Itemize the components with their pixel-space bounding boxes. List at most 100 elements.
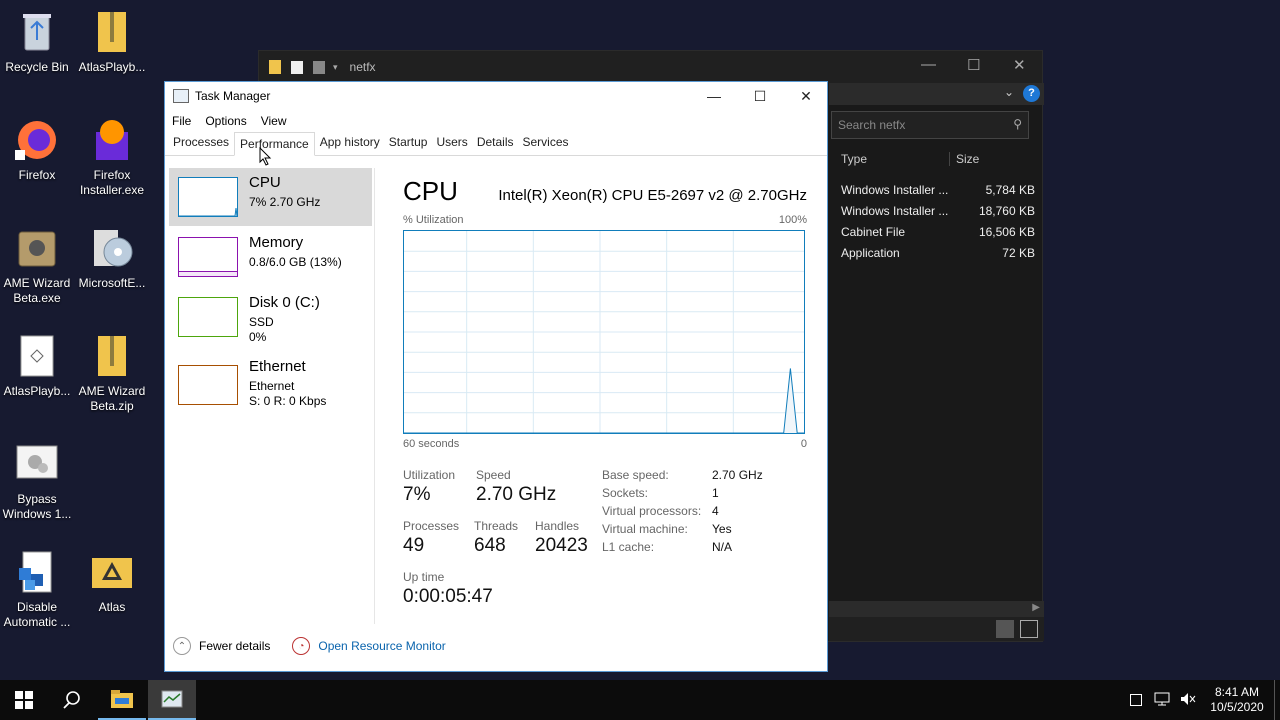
maximize-button[interactable]: ☐: [967, 56, 980, 74]
desktop-icon-label: Firefox Installer.exe: [79, 168, 145, 197]
desktop-icon-atlasplaybook-file[interactable]: AtlasPlayb...: [0, 334, 74, 399]
menu-file[interactable]: File: [172, 114, 191, 128]
search-icon: [63, 691, 80, 709]
file-icon: [15, 334, 59, 378]
search-input[interactable]: Search netfx ⚲: [831, 111, 1029, 139]
resource-item-ethernet[interactable]: Ethernet Ethernet S: 0 R: 0 Kbps: [169, 352, 372, 410]
resource-detail: SSD: [249, 315, 274, 329]
desktop-icon-bypass-windows[interactable]: Bypass Windows 1...: [0, 442, 74, 522]
minimize-button[interactable]: —: [921, 56, 936, 73]
processes-value: 49: [403, 535, 425, 556]
desktop-icon-label: AME Wizard Beta.zip: [78, 384, 146, 413]
task-manager-window: Task Manager — ☐ ✕ File Options View Pro…: [164, 81, 828, 672]
cpu-thumbnail-graph: [178, 177, 238, 217]
column-header-type[interactable]: Type: [831, 152, 949, 166]
taskbar-file-explorer[interactable]: [98, 680, 146, 720]
detail-key: Sockets:: [602, 486, 649, 500]
resource-item-cpu[interactable]: CPU 7% 2.70 GHz: [169, 168, 372, 226]
menu-options[interactable]: Options: [205, 114, 246, 128]
recycle-bin-icon: [15, 10, 59, 54]
desktop-icon-firefox[interactable]: Firefox: [0, 118, 74, 183]
speed-value: 2.70 GHz: [476, 484, 557, 505]
horizontal-scrollbar[interactable]: ▶: [829, 601, 1044, 617]
search-placeholder: Search netfx: [838, 118, 906, 132]
new-folder-icon[interactable]: [313, 60, 325, 74]
open-resource-monitor-link[interactable]: Open Resource Monitor: [318, 639, 445, 653]
installer-box-icon: [15, 226, 59, 270]
volume-muted-icon[interactable]: [1180, 692, 1196, 709]
tab-processes[interactable]: Processes: [169, 133, 233, 155]
detail-key: Virtual machine:: [602, 522, 688, 536]
file-type: Windows Installer ...: [841, 182, 949, 197]
zero-label: 0: [800, 438, 807, 450]
atlas-folder-icon: [90, 550, 134, 594]
taskbar-task-manager[interactable]: [148, 680, 196, 720]
desktop-icon-label: MicrosoftE...: [78, 276, 146, 290]
desktop-icon-microsoftedge[interactable]: MicrosoftE...: [75, 226, 149, 291]
tab-performance[interactable]: Performance: [234, 132, 315, 156]
maximize-button[interactable]: ☐: [737, 82, 783, 110]
close-button[interactable]: ✕: [1013, 56, 1026, 74]
desktop-icon-label: Recycle Bin: [5, 60, 69, 74]
tab-details[interactable]: Details: [473, 133, 518, 155]
start-button[interactable]: [0, 680, 48, 720]
chevron-up-icon[interactable]: ⌃: [173, 637, 191, 655]
desktop-icon-ame-wizard-zip[interactable]: AME Wizard Beta.zip: [75, 334, 149, 414]
detail-value: Yes: [712, 522, 732, 536]
tab-services[interactable]: Services: [519, 133, 573, 155]
file-row[interactable]: Application 72 KB: [831, 242, 1041, 263]
resource-detail: 0%: [249, 330, 267, 344]
column-header-size[interactable]: Size: [949, 152, 1035, 166]
resource-item-disk[interactable]: Disk 0 (C:) SSD 0%: [169, 288, 372, 346]
help-icon[interactable]: ?: [1023, 85, 1040, 102]
resource-item-memory[interactable]: Memory 0.8/6.0 GB (13%): [169, 228, 372, 286]
file-type: Application: [841, 245, 900, 260]
utilization-value: 7%: [403, 484, 431, 505]
desktop-icon-disable-automatic[interactable]: Disable Automatic ...: [0, 550, 74, 630]
resource-monitor-icon: ◔: [292, 637, 311, 655]
desktop-icon-atlas[interactable]: Atlas: [75, 550, 149, 615]
system-tray: 8:41 AM 10/5/2020: [1130, 680, 1280, 720]
qat-dropdown-icon[interactable]: ▾: [333, 62, 338, 73]
desktop-icon-recycle-bin[interactable]: Recycle Bin: [0, 10, 74, 75]
explorer-statusbar: [829, 617, 1044, 641]
utilization-label: Utilization: [403, 468, 456, 482]
clock[interactable]: 8:41 AM 10/5/2020: [1204, 685, 1270, 715]
properties-icon[interactable]: [291, 60, 303, 74]
file-row[interactable]: Windows Installer ... 18,760 KB: [831, 200, 1041, 221]
large-icons-view-icon[interactable]: [1020, 620, 1038, 638]
network-icon[interactable]: [1154, 692, 1170, 709]
close-button[interactable]: ✕: [783, 82, 829, 110]
menu-view[interactable]: View: [261, 114, 287, 128]
chevron-down-icon[interactable]: ⌄: [1004, 85, 1014, 99]
processes-label: Processes: [403, 519, 460, 533]
desktop-icon-ame-wizard-exe[interactable]: AME Wizard Beta.exe: [0, 226, 74, 306]
details-view-icon[interactable]: [996, 620, 1014, 638]
search-button[interactable]: [48, 680, 96, 720]
task-manager-footer: ⌃ Fewer details ◔ Open Resource Monitor: [165, 621, 827, 671]
file-row[interactable]: Windows Installer ... 5,784 KB: [831, 179, 1041, 200]
cpu-history-area: [404, 368, 804, 433]
handles-label: Handles: [535, 519, 580, 533]
speed-label: Speed: [476, 468, 511, 482]
file-row[interactable]: Cabinet File 16,506 KB: [831, 221, 1041, 242]
resource-detail: 0.8/6.0 GB (13%): [249, 255, 342, 269]
memory-thumbnail-graph: [178, 237, 238, 277]
scroll-right-icon[interactable]: ▶: [1032, 602, 1040, 613]
tab-users[interactable]: Users: [432, 133, 471, 155]
desktop-icon-firefox-installer[interactable]: Firefox Installer.exe: [75, 118, 149, 198]
search-icon: ⚲: [1013, 117, 1022, 131]
action-center-icon[interactable]: [1130, 694, 1142, 706]
resource-detail: 7% 2.70 GHz: [249, 195, 321, 209]
firefox-installer-icon: [90, 118, 134, 162]
desktop-icon-atlasplaybook-folder[interactable]: AtlasPlayb...: [75, 10, 149, 75]
show-desktop-button[interactable]: [1274, 680, 1280, 720]
file-size: 5,784 KB: [985, 182, 1035, 197]
fewer-details-button[interactable]: Fewer details: [199, 639, 270, 653]
tab-app-history[interactable]: App history: [316, 133, 384, 155]
desktop-icon-label: AME Wizard Beta.exe: [3, 276, 71, 305]
time-span-label: 60 seconds: [403, 438, 460, 450]
tab-startup[interactable]: Startup: [385, 133, 432, 155]
minimize-button[interactable]: —: [691, 82, 737, 110]
detail-value: N/A: [712, 540, 733, 554]
